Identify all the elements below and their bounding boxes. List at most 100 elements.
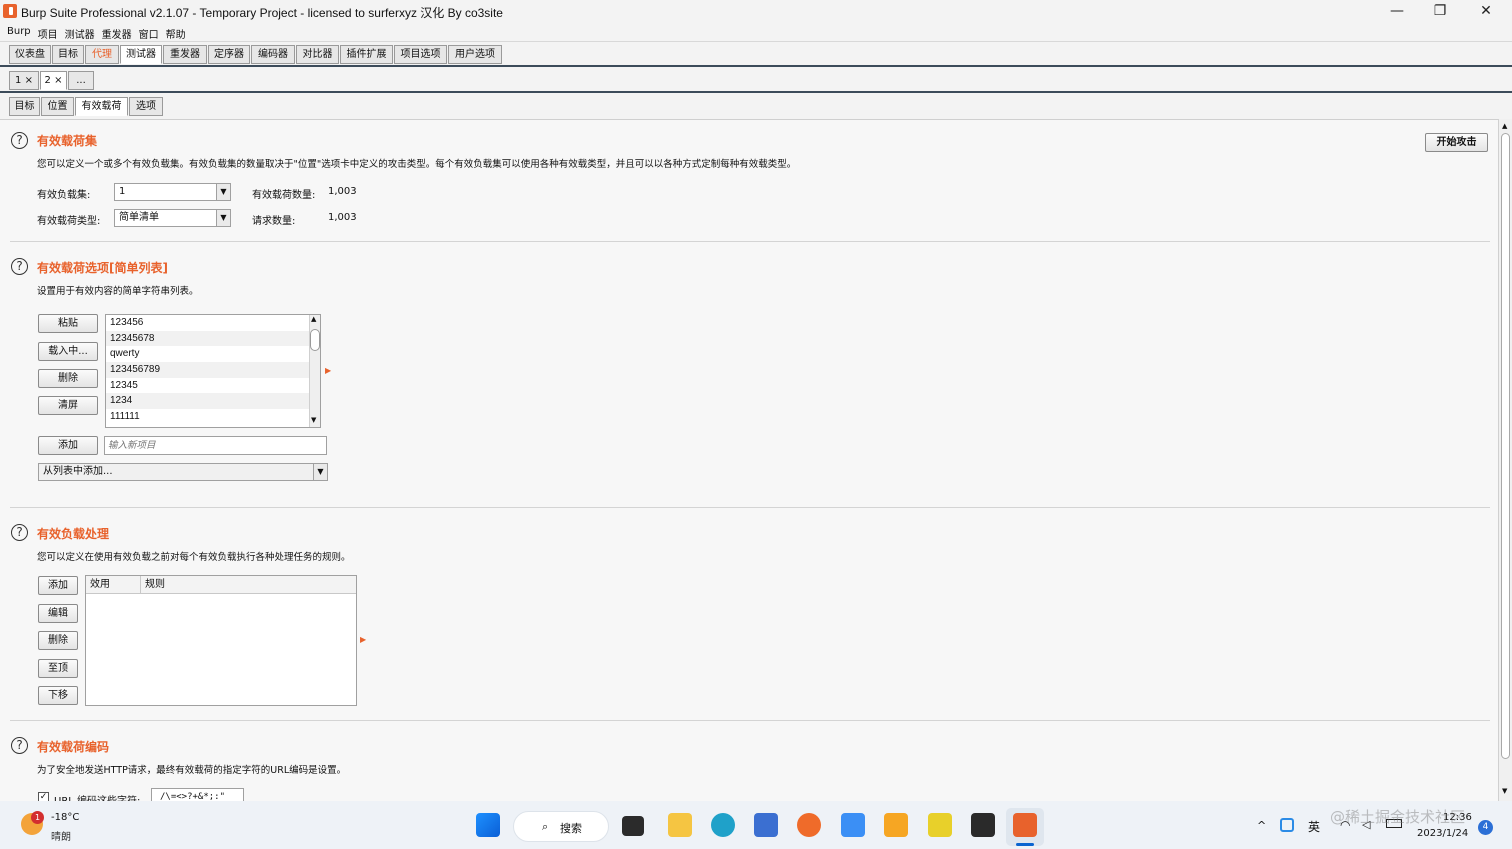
scroll-up-icon[interactable]: ▲	[1502, 122, 1507, 130]
menu-window[interactable]: 窗口	[139, 26, 159, 41]
close-button[interactable]: ✕	[1463, 0, 1509, 24]
scroll-up-icon[interactable]: ▲	[311, 315, 316, 323]
subtab-payloads[interactable]: 有效载荷	[75, 97, 128, 116]
start-menu-icon[interactable]	[476, 813, 500, 837]
player-icon[interactable]	[928, 813, 952, 837]
add-item-button[interactable]: 添加	[38, 436, 98, 455]
clock-date[interactable]: 2023/1/24	[1417, 828, 1468, 839]
payload-encoding-description: 为了安全地发送HTTP请求，最终有效载荷的指定字符的URL编码是设置。	[37, 765, 347, 776]
tab-attack-1[interactable]: 1 ×	[9, 71, 39, 90]
subtab-positions[interactable]: 位置	[41, 97, 74, 116]
list-item[interactable]: 1234	[106, 393, 320, 410]
list-item[interactable]: 123456789	[106, 362, 320, 378]
scroll-thumb[interactable]	[1501, 133, 1510, 759]
subtab-options[interactable]: 选项	[129, 97, 163, 116]
help-icon[interactable]: ?	[11, 737, 28, 754]
input-language[interactable]: 英	[1308, 818, 1320, 835]
panel-scrollbar[interactable]: ▲ ▼	[1498, 119, 1512, 801]
list-item[interactable]: 123456	[106, 315, 320, 331]
menu-project[interactable]: 项目	[38, 26, 58, 41]
menu-help[interactable]: 帮助	[166, 26, 186, 41]
tab-new-attack[interactable]: ...	[68, 71, 94, 90]
add-from-list-value: 从列表中添加...	[43, 466, 113, 477]
tab-intruder[interactable]: 测试器	[120, 45, 162, 64]
column-header-rule[interactable]: 规则	[142, 576, 165, 593]
tab-decoder[interactable]: 编码器	[251, 45, 295, 64]
paste-button[interactable]: 粘贴	[38, 314, 98, 333]
weather-temp[interactable]: -18°C	[51, 812, 79, 823]
tab-dashboard[interactable]: 仪表盘	[9, 45, 51, 64]
payload-encoding-title: 有效载荷编码	[37, 740, 110, 754]
minimize-button[interactable]: —	[1374, 0, 1420, 24]
chevron-up-icon[interactable]: ^	[1257, 819, 1266, 832]
menu-burp[interactable]: Burp	[7, 26, 31, 37]
tray-app-icon[interactable]	[1280, 818, 1294, 832]
task-view-icon[interactable]	[622, 816, 644, 836]
notification-badge[interactable]: 4	[1478, 820, 1493, 835]
payload-set-label: 有效负载集:	[37, 190, 91, 201]
weather-alert-badge: 1	[31, 811, 44, 824]
scroll-thumb[interactable]	[310, 329, 320, 351]
expand-arrow-icon[interactable]: ▶	[325, 366, 331, 375]
url-encode-chars-input[interactable]: /\=<>?+&*;:"{}|^`	[151, 788, 244, 801]
rules-table[interactable]: 效用 规则	[85, 575, 357, 706]
add-rule-button[interactable]: 添加	[38, 576, 78, 595]
payloads-panel: ? 有效载荷集 您可以定义一个或多个有效负载集。有效负载集的数量取决于"位置"选…	[0, 119, 1498, 801]
instance-tab-row: 1 × 2 × ...	[0, 67, 1512, 92]
weather-desc[interactable]: 晴朗	[51, 828, 71, 843]
load-button[interactable]: 载入中...	[38, 342, 98, 361]
list-item[interactable]: 111111	[106, 409, 320, 425]
tab-repeater[interactable]: 重发器	[163, 45, 207, 64]
help-icon[interactable]: ?	[11, 258, 28, 275]
url-encode-checkbox[interactable]: ✓	[38, 792, 49, 801]
app-icon[interactable]	[884, 813, 908, 837]
tab-project-options[interactable]: 项目选项	[394, 45, 447, 64]
payload-type-select[interactable]: 简单清单 ▼	[114, 209, 231, 227]
clear-button[interactable]: 清屏	[38, 396, 98, 415]
menu-intruder[interactable]: 测试器	[65, 26, 95, 41]
maximize-button[interactable]: ❐	[1417, 0, 1463, 24]
payload-list[interactable]: 123456 12345678 qwerty 123456789 12345 1…	[105, 314, 321, 428]
payload-set-value: 1	[119, 186, 126, 197]
payload-count-value: 1,003	[328, 186, 357, 197]
tab-user-options[interactable]: 用户选项	[448, 45, 502, 64]
new-item-input[interactable]	[104, 436, 327, 455]
terminal-icon[interactable]	[971, 813, 995, 837]
menu-repeater[interactable]: 重发器	[102, 26, 132, 41]
list-item[interactable]: 12345	[106, 378, 320, 394]
help-icon[interactable]: ?	[11, 524, 28, 541]
move-down-button[interactable]: 下移	[38, 686, 78, 705]
move-up-button[interactable]: 至顶	[38, 659, 78, 678]
payload-set-select[interactable]: 1 ▼	[114, 183, 231, 201]
payload-type-value: 简单清单	[119, 212, 159, 223]
list-item[interactable]: qwerty	[106, 346, 320, 362]
list-item[interactable]: 12345678	[106, 330, 320, 347]
edge-browser-icon[interactable]	[711, 813, 735, 837]
tab-comparer[interactable]: 对比器	[296, 45, 339, 64]
request-count-value: 1,003	[328, 212, 357, 223]
chevron-down-icon: ▼	[216, 210, 230, 226]
burp-taskbar-icon[interactable]	[1013, 813, 1037, 837]
edit-rule-button[interactable]: 编辑	[38, 604, 78, 623]
remove-button[interactable]: 删除	[38, 369, 98, 388]
column-header-enabled[interactable]: 效用	[86, 576, 141, 593]
tab-sequencer[interactable]: 定序器	[208, 45, 250, 64]
subtab-target[interactable]: 目标	[9, 97, 40, 116]
store-icon[interactable]	[754, 813, 778, 837]
taskbar-search-box[interactable]: ⌕ 搜索	[513, 811, 609, 842]
file-explorer-icon[interactable]	[668, 813, 692, 837]
help-icon[interactable]: ?	[11, 132, 28, 149]
tab-attack-2[interactable]: 2 ×	[40, 71, 67, 90]
tab-proxy[interactable]: 代理	[85, 45, 119, 64]
scroll-down-icon[interactable]: ▼	[1502, 787, 1507, 795]
list-scrollbar[interactable]: ▲ ▼	[309, 315, 320, 427]
scroll-down-icon[interactable]: ▼	[311, 416, 316, 424]
remove-rule-button[interactable]: 删除	[38, 631, 78, 650]
feishu-icon[interactable]	[841, 813, 865, 837]
expand-arrow-icon[interactable]: ▶	[360, 635, 366, 644]
start-attack-button[interactable]: 开始攻击	[1425, 133, 1488, 152]
tab-target[interactable]: 目标	[52, 45, 84, 64]
add-from-list-select[interactable]: 从列表中添加... ▼	[38, 463, 328, 481]
tab-extender[interactable]: 插件扩展	[340, 45, 393, 64]
firefox-icon[interactable]	[797, 813, 821, 837]
